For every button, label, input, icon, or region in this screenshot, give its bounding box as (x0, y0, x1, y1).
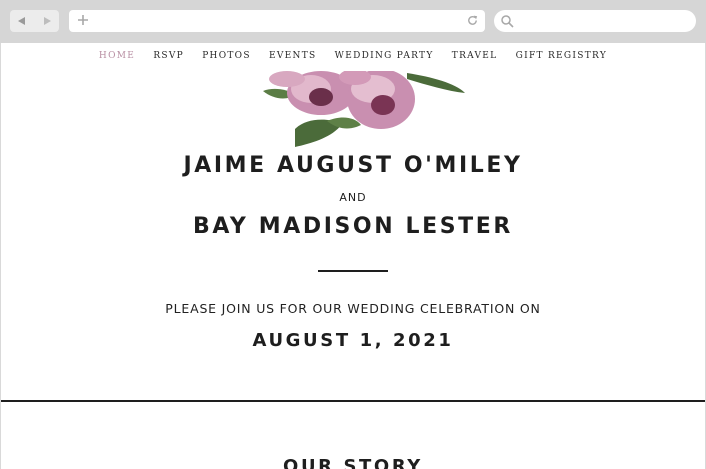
nav-photos[interactable]: PHOTOS (202, 51, 251, 61)
history-buttons (10, 10, 59, 32)
nav-rsvp[interactable]: RSVP (153, 51, 184, 61)
back-arrow-icon (18, 17, 26, 25)
nav-home[interactable]: HOME (99, 51, 135, 61)
partner-two-name: BAY MADISON LESTER (193, 214, 513, 239)
partner-one-name: JAIME AUGUST O'MILEY (183, 153, 523, 178)
search-icon (501, 15, 514, 28)
back-button[interactable] (12, 11, 32, 31)
address-bar[interactable] (69, 10, 485, 32)
browser-chrome (0, 0, 706, 43)
section-divider (1, 400, 705, 402)
plus-icon[interactable] (76, 13, 90, 27)
nav-gift-registry[interactable]: GIFT REGISTRY (516, 51, 607, 61)
wedding-page: HOME RSVP PHOTOS EVENTS WEDDING PARTY TR… (1, 43, 705, 469)
and-connector: AND (339, 191, 367, 204)
search-bar[interactable] (494, 10, 696, 32)
forward-button[interactable] (37, 11, 57, 31)
our-story-heading: OUR STORY (283, 456, 423, 469)
wedding-date: AUGUST 1, 2021 (252, 330, 454, 351)
nav-travel[interactable]: TRAVEL (452, 51, 498, 61)
invitation-text: PLEASE JOIN US FOR OUR WEDDING CELEBRATI… (165, 301, 541, 316)
floral-illustration (263, 71, 465, 147)
reload-icon[interactable] (466, 14, 479, 27)
forward-arrow-icon (43, 17, 51, 25)
short-divider (318, 270, 388, 272)
nav-events[interactable]: EVENTS (269, 51, 316, 61)
site-navigation: HOME RSVP PHOTOS EVENTS WEDDING PARTY TR… (1, 51, 705, 61)
nav-wedding-party[interactable]: WEDDING PARTY (335, 51, 434, 61)
